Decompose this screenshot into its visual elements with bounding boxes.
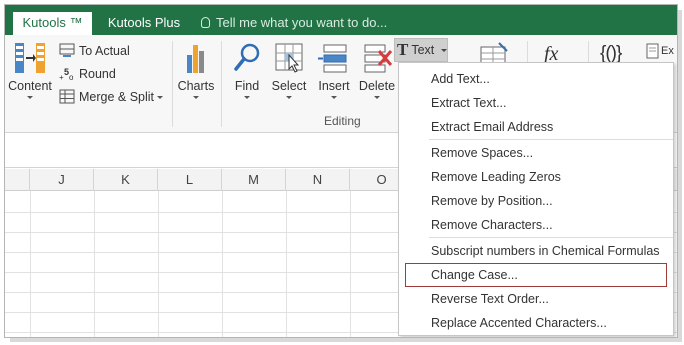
chevron-down-icon (157, 96, 163, 99)
round-button[interactable]: 5 + o Round (59, 64, 169, 84)
delete-icon (364, 44, 393, 73)
insert-label: Insert (318, 79, 350, 93)
charts-icon (187, 45, 204, 73)
tab-kutools[interactable]: Kutools ™ (13, 12, 92, 35)
chevron-down-icon (374, 96, 380, 99)
content-label: Content (8, 79, 52, 93)
ribbon-tab-bar: Kutools ™ Kutools Plus Tell me what you … (5, 5, 677, 35)
content-icon (15, 43, 45, 73)
gridline (350, 191, 351, 337)
column-header[interactable]: J (30, 169, 94, 191)
chevron-down-icon (193, 96, 199, 99)
svg-text:+: + (59, 73, 64, 81)
round-label: Round (79, 67, 116, 81)
column-header[interactable]: M (222, 169, 286, 191)
gridline (158, 191, 159, 337)
chevron-down-icon (27, 96, 33, 99)
tell-me-text: Tell me what you want to do... (216, 15, 388, 30)
select-button[interactable]: Select (268, 41, 310, 99)
menu-item-replace-accented[interactable]: Replace Accented Characters... (431, 316, 607, 330)
merge-split-icon (59, 89, 75, 104)
column-header[interactable]: K (94, 169, 158, 191)
column-header-partial (5, 169, 30, 191)
gridline (286, 191, 287, 337)
find-label: Find (234, 79, 260, 93)
menu-item-extract-text[interactable]: Extract Text... (431, 96, 507, 110)
frame-shadow-right (678, 10, 682, 340)
merge-split-button[interactable]: Merge & Split (59, 87, 169, 107)
menu-item-subscript-chemical[interactable]: Subscript numbers in Chemical Formulas (431, 244, 660, 258)
menu-item-reverse-text-order[interactable]: Reverse Text Order... (431, 292, 549, 306)
find-button[interactable]: Find (229, 41, 265, 99)
chevron-down-icon (244, 96, 250, 99)
change-case-highlight (405, 263, 667, 287)
select-icon (275, 43, 303, 73)
menu-item-remove-leading-zeros[interactable]: Remove Leading Zeros (431, 170, 561, 184)
svg-text:o: o (69, 73, 74, 81)
delete-button[interactable]: Delete (357, 41, 397, 99)
frame-shadow-bottom (10, 338, 682, 342)
insert-button[interactable]: Insert (313, 41, 355, 99)
group-separator (172, 41, 173, 127)
delete-label: Delete (358, 79, 396, 93)
to-actual-label: To Actual (79, 44, 130, 58)
text-label: Text (411, 43, 435, 57)
insert-icon (318, 44, 347, 73)
to-actual-icon (59, 43, 75, 57)
tell-me-search[interactable]: Tell me what you want to do... (201, 12, 387, 34)
tab-kutools-plus[interactable]: Kutools Plus (94, 12, 194, 35)
excel-window: Kutools ™ Kutools Plus Tell me what you … (4, 4, 678, 338)
text-dropdown-menu: Add Text... Extract Text... Extract Emai… (398, 62, 674, 336)
gridline (94, 191, 95, 337)
ex-partial-label: Ex (661, 45, 674, 57)
search-icon (234, 43, 260, 71)
chevron-down-icon (331, 96, 337, 99)
menu-separator (429, 237, 673, 238)
merge-split-label: Merge & Split (79, 90, 155, 104)
menu-item-remove-by-position[interactable]: Remove by Position... (431, 194, 553, 208)
column-header[interactable]: L (158, 169, 222, 191)
charts-button[interactable]: Charts (176, 41, 216, 99)
gridline (30, 191, 31, 337)
to-actual-button[interactable]: To Actual (59, 41, 169, 61)
menu-item-remove-characters[interactable]: Remove Characters... (431, 218, 553, 232)
text-dropdown-button[interactable]: T Text (394, 38, 448, 62)
round-icon: 5 + o (59, 67, 74, 81)
column-header[interactable]: N (286, 169, 350, 191)
text-t-icon: T (397, 40, 409, 59)
content-button[interactable]: Content (7, 41, 53, 99)
menu-item-add-text[interactable]: Add Text... (431, 72, 490, 86)
gridline (222, 191, 223, 337)
chevron-down-icon (286, 96, 292, 99)
menu-item-remove-spaces[interactable]: Remove Spaces... (431, 146, 533, 160)
menu-item-extract-email[interactable]: Extract Email Address (431, 120, 553, 134)
editing-group-label: Editing (324, 114, 361, 128)
chevron-down-icon (440, 49, 447, 52)
group-separator (221, 41, 222, 127)
charts-label: Charts (177, 79, 215, 93)
lightbulb-icon (201, 17, 210, 28)
select-label: Select (271, 79, 307, 93)
document-icon (646, 43, 659, 59)
menu-separator (429, 139, 673, 140)
